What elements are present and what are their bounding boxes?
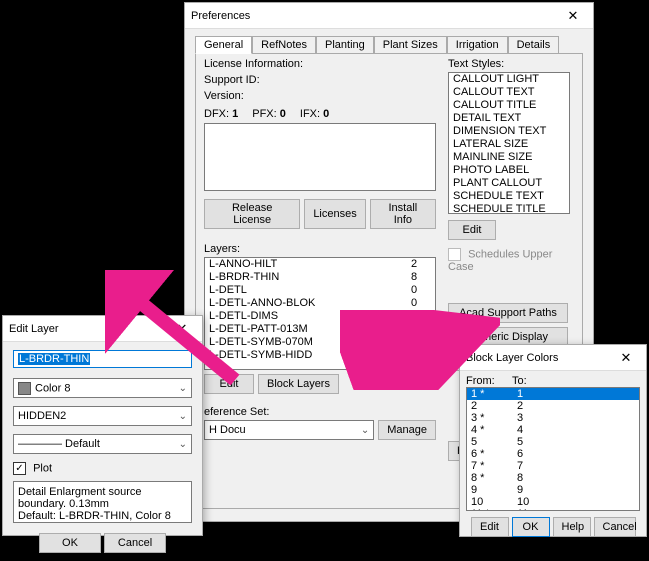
- version-label: Version:: [204, 90, 436, 102]
- dfx-label: DFX: 1: [204, 108, 238, 120]
- textstyles-listbox[interactable]: CALLOUT LIGHT CALLOUT TEXT CALLOUT TITLE…: [448, 72, 570, 214]
- dialog-title: Edit Layer: [9, 323, 168, 335]
- list-item: L-DETL-ANNO-BLOK0: [205, 297, 435, 310]
- layers-label: Layers:: [204, 243, 436, 255]
- fx-row: DFX: 1 PFX: 0 IFX: 0: [204, 108, 436, 120]
- dialog-title: Preferences: [191, 10, 559, 22]
- block-layers-button[interactable]: Block Layers: [258, 374, 339, 394]
- titlebar: Block Layer Colors ✕: [460, 345, 646, 371]
- edit-layer-dialog: Edit Layer ✕ L-BRDR-THIN Color 8 HIDDEN2…: [2, 315, 203, 536]
- list-item: MAINLINE SIZE: [449, 151, 569, 164]
- list-item: DIMENSION TEXT: [449, 125, 569, 138]
- list-item: L-DETL-PATT-013M5: [205, 323, 435, 336]
- linetype-dropdown[interactable]: HIDDEN2: [13, 406, 192, 426]
- tab-irrigation[interactable]: Irrigation: [447, 36, 508, 54]
- ok-button[interactable]: OK: [39, 533, 101, 553]
- tab-plantsizes[interactable]: Plant Sizes: [374, 36, 447, 54]
- plot-label: Plot: [33, 462, 52, 474]
- textstyles-edit-button[interactable]: Edit: [448, 220, 496, 240]
- prefset-dropdown[interactable]: H Docu: [204, 420, 374, 440]
- list-item: CALLOUT TEXT: [449, 86, 569, 99]
- plot-row[interactable]: ✓ Plot: [13, 462, 192, 475]
- license-text[interactable]: [204, 123, 436, 191]
- table-row[interactable]: 11 *11: [467, 508, 639, 511]
- list-item: CALLOUT TITLE: [449, 99, 569, 112]
- tab-general[interactable]: General: [195, 36, 252, 54]
- edit-button[interactable]: Edit: [471, 517, 509, 537]
- install-info-button[interactable]: Install Info: [370, 199, 436, 229]
- acad-paths-button[interactable]: Acad Support Paths: [448, 303, 568, 323]
- list-item: L-DETL-SYMB-HIDD1: [205, 349, 435, 362]
- list-item: SCHEDULE TEXT: [449, 190, 569, 203]
- color-dropdown[interactable]: Color 8: [13, 378, 192, 398]
- cancel-button[interactable]: Cancel: [594, 517, 636, 537]
- list-item: L-DETL-DIMS4: [205, 310, 435, 323]
- licenses-button[interactable]: Licenses: [304, 199, 365, 229]
- list-item: DETAIL TEXT: [449, 112, 569, 125]
- table-row[interactable]: 99: [467, 484, 639, 496]
- sched-upper-row[interactable]: Schedules Upper Case: [448, 248, 570, 273]
- lineweight-dropdown[interactable]: ———— Default: [13, 434, 192, 454]
- manage-button[interactable]: Manage: [378, 420, 436, 440]
- cancel-button[interactable]: Cancel: [104, 533, 166, 553]
- list-item: PHOTO LABEL: [449, 164, 569, 177]
- list-item: L-ANNO-HILT2: [205, 258, 435, 271]
- titlebar: Edit Layer ✕: [3, 316, 202, 342]
- table-row[interactable]: 22: [467, 400, 639, 412]
- ifx-label: IFX: 0: [300, 108, 329, 120]
- color-swatch-icon: [18, 382, 31, 395]
- list-item: L-DETL0: [205, 284, 435, 297]
- license-label: License Information:: [204, 58, 436, 70]
- to-label: To:: [512, 375, 527, 387]
- ok-button[interactable]: OK: [512, 517, 550, 537]
- from-label: From:: [466, 375, 512, 387]
- close-icon[interactable]: ✕: [168, 319, 196, 339]
- textstyles-label: Text Styles:: [448, 58, 570, 70]
- table-row[interactable]: 4 *4: [467, 424, 639, 436]
- pfx-label: PFX: 0: [252, 108, 286, 120]
- checkbox-icon[interactable]: ✓: [13, 462, 26, 475]
- close-icon[interactable]: ✕: [612, 348, 640, 368]
- layers-edit-button[interactable]: Edit: [204, 374, 254, 394]
- color-map-listbox[interactable]: 1 *1223 *34 *4556 *67 *78 *899101011 *11…: [466, 387, 640, 511]
- tab-strip: General RefNotes Planting Plant Sizes Ir…: [195, 35, 583, 53]
- layers-listbox[interactable]: L-ANNO-HILT2 L-BRDR-THIN8 L-DETL0 L-DETL…: [204, 257, 436, 370]
- list-item: LATERAL SIZE: [449, 138, 569, 151]
- dialog-title: Block Layer Colors: [466, 352, 612, 364]
- list-item: L-DETL-SYMB-070M7: [205, 336, 435, 349]
- table-row[interactable]: 8 *8: [467, 472, 639, 484]
- list-item: SCHEDULE TITLE: [449, 203, 569, 214]
- table-row[interactable]: 6 *6: [467, 448, 639, 460]
- table-row[interactable]: 3 *3: [467, 412, 639, 424]
- table-row[interactable]: 55: [467, 436, 639, 448]
- table-row[interactable]: 7 *7: [467, 460, 639, 472]
- list-item: L-BRDR-THIN8: [205, 271, 435, 284]
- layer-description[interactable]: Detail Enlargment source boundary. 0.13m…: [13, 481, 192, 523]
- tab-refnotes[interactable]: RefNotes: [252, 36, 316, 54]
- layer-name-input[interactable]: L-BRDR-THIN: [13, 350, 192, 368]
- list-item: PLANT CALLOUT: [449, 177, 569, 190]
- close-icon[interactable]: ✕: [559, 6, 587, 26]
- table-row[interactable]: 1010: [467, 496, 639, 508]
- release-license-button[interactable]: Release License: [204, 199, 300, 229]
- prefset-label: eference Set:: [204, 406, 436, 418]
- tab-details[interactable]: Details: [508, 36, 560, 54]
- titlebar: Preferences ✕: [185, 3, 593, 29]
- list-item: CALLOUT LIGHT: [449, 73, 569, 86]
- table-row[interactable]: 1 *1: [467, 388, 639, 400]
- tab-planting[interactable]: Planting: [316, 36, 374, 54]
- sched-upper-label: Schedules Upper Case: [448, 248, 552, 273]
- help-button[interactable]: Help: [553, 517, 591, 537]
- block-layer-colors-dialog: Block Layer Colors ✕ From: To: 1 *1223 *…: [459, 344, 647, 537]
- checkbox-icon[interactable]: [448, 248, 461, 261]
- support-id-label: Support ID:: [204, 74, 436, 86]
